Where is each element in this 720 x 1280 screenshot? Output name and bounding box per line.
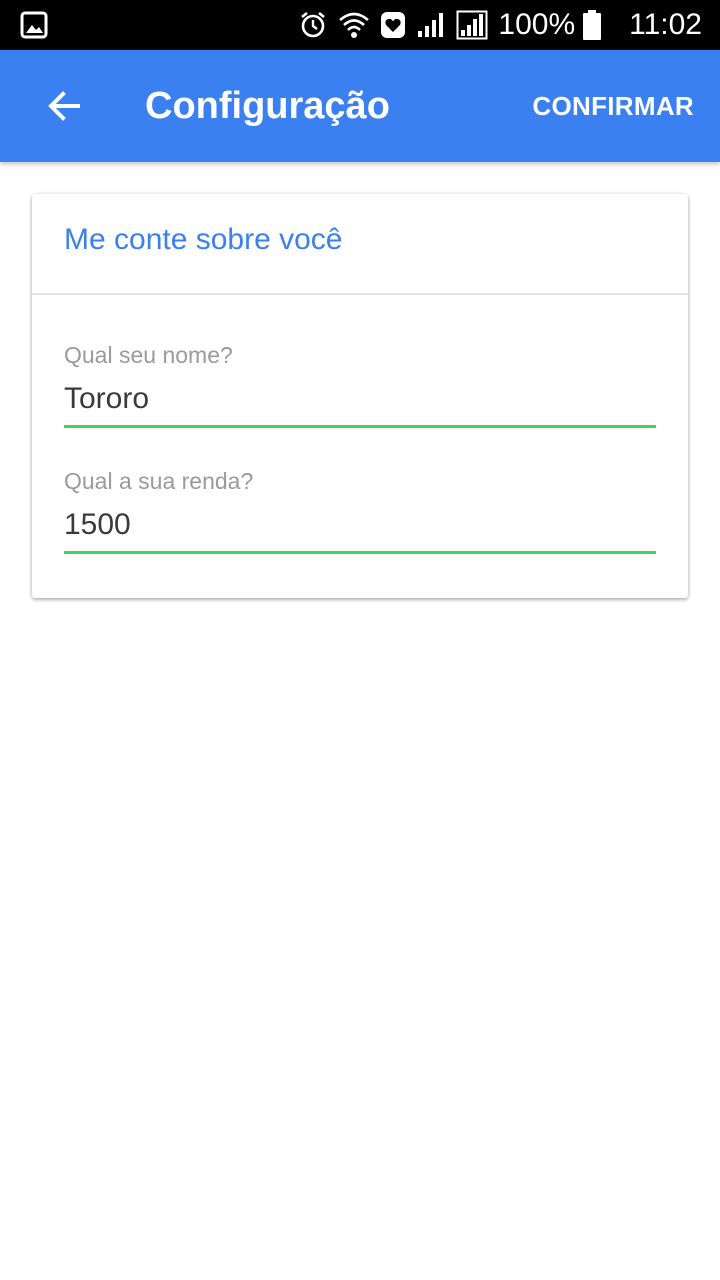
battery-icon: [583, 10, 602, 40]
card-header: Me conte sobre você: [32, 194, 688, 295]
alarm-icon: [298, 10, 328, 40]
name-field: Qual seu nome?: [64, 340, 656, 428]
status-bar: 100% 11:02: [0, 0, 720, 50]
back-button[interactable]: [40, 82, 88, 130]
income-field: Qual a sua renda?: [64, 466, 656, 554]
wifi-icon: [338, 10, 370, 40]
status-icons: 100% 11:02: [298, 0, 702, 50]
battery-percentage: 100%: [498, 8, 576, 41]
page-title: Configuração: [145, 85, 390, 127]
heart-app-icon: [380, 11, 406, 39]
clock-time: 11:02: [629, 8, 702, 41]
income-field-label: Qual a sua renda?: [64, 468, 254, 494]
confirm-button[interactable]: CONFIRMAR: [532, 86, 694, 126]
signal-icon-2: [456, 10, 488, 40]
gallery-notification-icon: [20, 11, 48, 44]
app-bar: Configuração CONFIRMAR: [0, 50, 720, 162]
name-field-label: Qual seu nome?: [64, 342, 233, 368]
signal-icon: [416, 11, 446, 39]
income-input[interactable]: [64, 496, 656, 554]
card-title: Me conte sobre você: [64, 223, 343, 256]
profile-card: Me conte sobre você Qual seu nome? Qual …: [32, 194, 688, 598]
arrow-back-icon: [48, 91, 80, 121]
name-input[interactable]: [64, 370, 656, 428]
